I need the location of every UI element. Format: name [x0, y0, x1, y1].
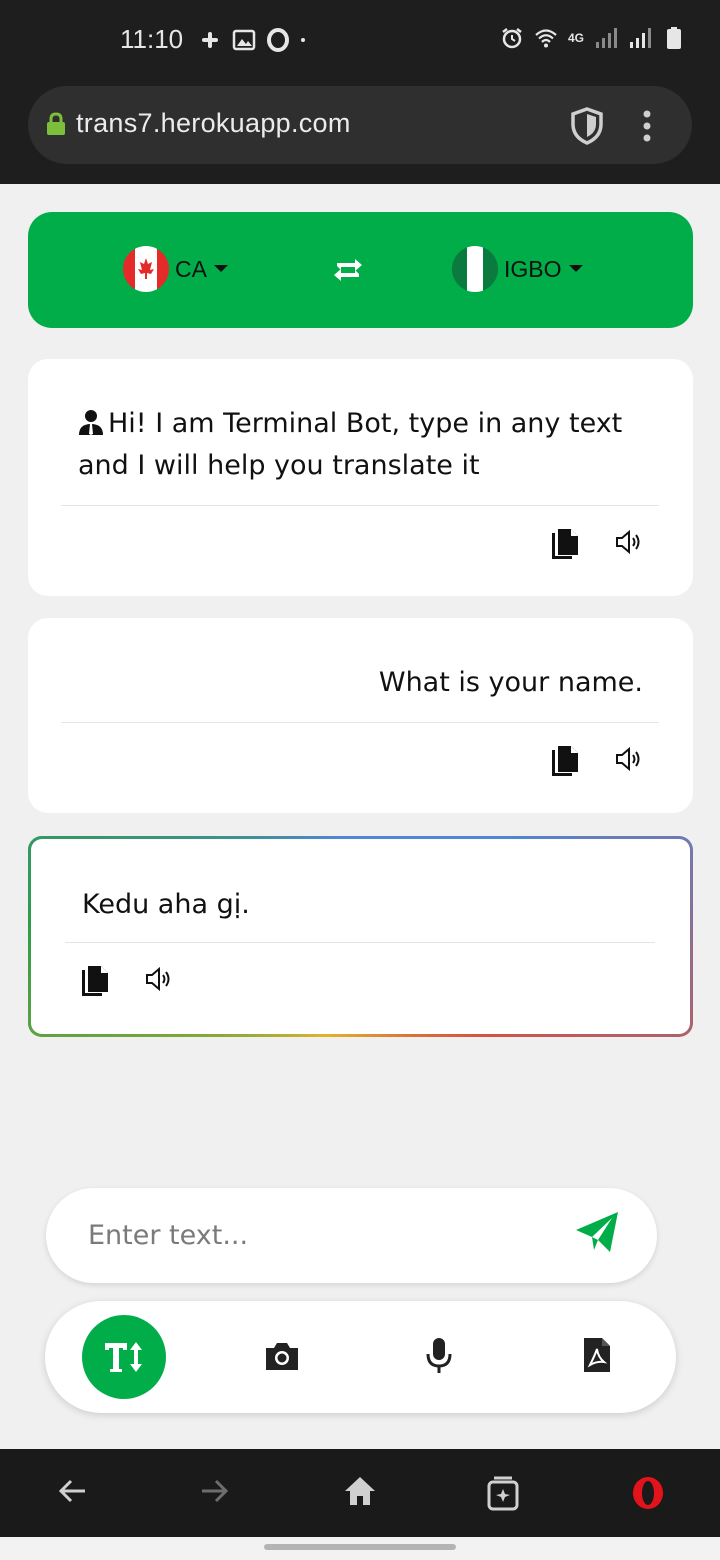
user-message-card: What is your name.	[28, 618, 693, 813]
signal-icon	[596, 28, 617, 48]
bot-message: Hi! I am Terminal Bot, type in any text …	[78, 403, 658, 487]
swap-languages-icon[interactable]	[331, 256, 365, 284]
status-bar: 11:10 4G	[0, 0, 720, 66]
alarm-icon	[502, 28, 522, 49]
pdf-icon[interactable]	[583, 1337, 611, 1373]
status-time: 11:10	[120, 24, 184, 54]
tabs-icon[interactable]	[486, 1475, 520, 1511]
url-text[interactable]: trans7.herokuapp.com	[76, 108, 351, 139]
speaker-icon[interactable]	[614, 744, 644, 774]
opera-icon	[267, 28, 289, 52]
chevron-down-icon	[568, 265, 583, 272]
nigeria-flag-icon	[452, 246, 498, 292]
text-input[interactable]	[88, 1210, 528, 1260]
canada-flag-icon	[123, 246, 169, 292]
send-icon[interactable]	[574, 1210, 620, 1254]
speaker-icon[interactable]	[144, 964, 174, 994]
source-language-label: CA	[175, 255, 207, 282]
home-icon[interactable]	[343, 1475, 377, 1507]
user-message-text: What is your name.	[378, 667, 643, 698]
status-left-icons	[198, 28, 312, 52]
wifi-icon	[535, 29, 557, 48]
speaker-icon[interactable]	[614, 527, 644, 557]
back-arrow-icon[interactable]	[56, 1475, 88, 1507]
chevron-down-icon	[213, 265, 228, 272]
text-mode-button[interactable]	[82, 1315, 166, 1399]
bot-user-icon	[79, 410, 103, 435]
translation-message-text: Kedu aha gị.	[82, 889, 250, 920]
text-input-container	[46, 1188, 657, 1283]
gradient-border	[28, 836, 693, 1037]
camera-icon[interactable]	[263, 1339, 301, 1373]
text-mode-icon	[105, 1342, 142, 1372]
divider	[61, 722, 659, 723]
gesture-area	[0, 1537, 720, 1560]
source-language-dropdown[interactable]: CA	[123, 246, 229, 292]
home-gesture-bar[interactable]	[264, 1544, 456, 1550]
translation-message-card: Kedu aha gị.	[28, 836, 693, 1037]
divider	[61, 505, 659, 506]
input-mode-bar	[45, 1301, 676, 1413]
more-menu-icon[interactable]	[639, 108, 655, 144]
divider	[65, 942, 655, 943]
browser-toolbar: trans7.herokuapp.com	[0, 66, 720, 184]
network-type-label: 4G	[567, 31, 584, 45]
copy-icon[interactable]	[80, 964, 110, 998]
copy-icon[interactable]	[550, 527, 580, 561]
target-language-dropdown[interactable]: IGBO	[452, 246, 584, 292]
opera-menu-icon[interactable]	[630, 1475, 666, 1511]
bot-message-text: Hi! I am Terminal Bot, type in any text …	[78, 408, 623, 481]
forward-arrow-icon[interactable]	[199, 1475, 231, 1507]
language-selector-bar: CA IGBO	[28, 212, 693, 328]
slack-icon	[202, 32, 218, 48]
shield-icon[interactable]	[569, 106, 605, 146]
target-language-label: IGBO	[504, 255, 562, 282]
mic-icon[interactable]	[426, 1337, 452, 1375]
signal-icon	[630, 28, 651, 48]
browser-bottom-nav	[0, 1449, 720, 1537]
lock-icon	[47, 112, 65, 135]
battery-icon	[667, 27, 681, 49]
dot-icon	[301, 38, 305, 42]
address-bar[interactable]: trans7.herokuapp.com	[28, 86, 692, 164]
copy-icon[interactable]	[550, 744, 580, 778]
status-right-icons: 4G	[500, 26, 686, 50]
bot-message-card: Hi! I am Terminal Bot, type in any text …	[28, 359, 693, 596]
image-icon	[232, 29, 256, 51]
